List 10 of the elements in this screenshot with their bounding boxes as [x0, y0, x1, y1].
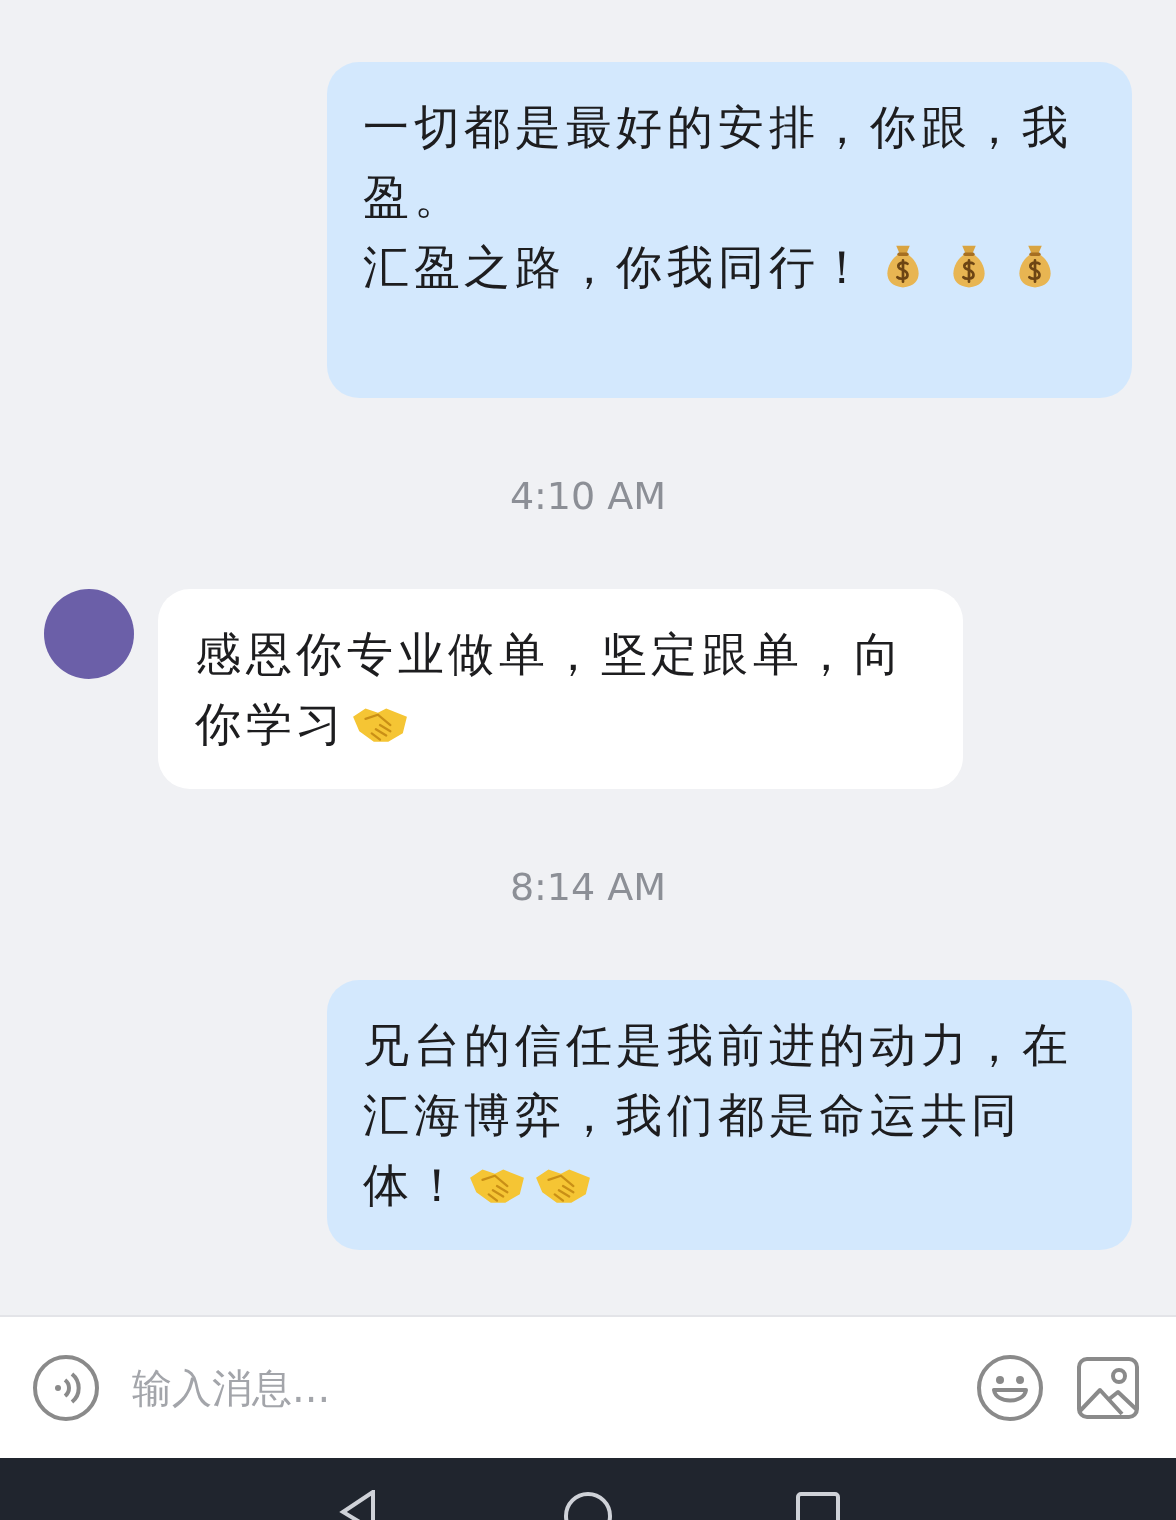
message-text: 一切都是最好的安排，你跟，我盈。 [363, 99, 1074, 226]
voice-icon[interactable] [32, 1353, 100, 1422]
message-text: 感恩你专业做单，坚定跟单，向你学习 [195, 626, 906, 753]
smiley-icon[interactable] [976, 1353, 1044, 1422]
timestamp: 8:14 AM [509, 867, 667, 907]
recents-icon[interactable] [793, 1490, 843, 1520]
message-text: 汇盈之路，你我同行！ [363, 232, 1083, 302]
message-text: 兄台的信任是我前进的动力，在汇海博弈，我们都是命运共同体！ [363, 1017, 1074, 1214]
home-icon[interactable] [563, 1490, 613, 1520]
timestamp: 4:10 AM [509, 476, 667, 516]
